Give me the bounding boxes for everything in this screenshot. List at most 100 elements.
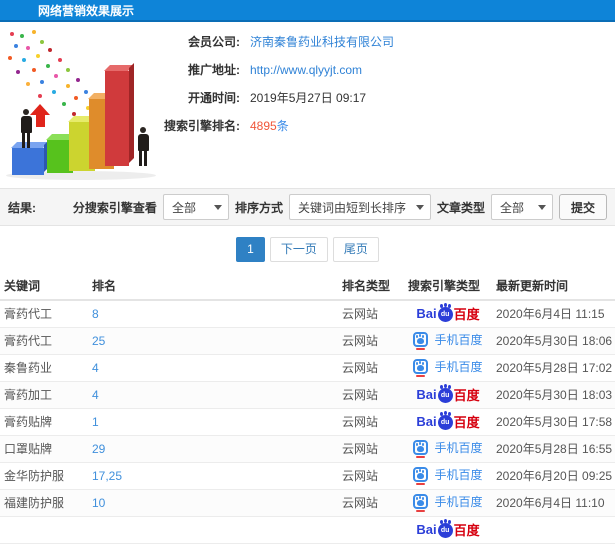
baidu-paw-icon: du xyxy=(437,304,453,323)
keyword-cell: 金华防护服 xyxy=(0,462,88,490)
column-header-rank: 排名 xyxy=(88,272,338,301)
filter-bar: 结果: 分搜索引擎查看 全部 排序方式 关键词由短到长排序 文章类型 全部 提交 xyxy=(0,188,615,226)
rank-type-cell: 云网站 xyxy=(338,435,404,463)
engine-cell: Bai du 百度 xyxy=(404,516,492,544)
rank-link[interactable]: 29 xyxy=(92,442,105,456)
bar-chart-illustration xyxy=(0,28,170,182)
table-row: 膏药贴牌 1 云网站 Bai du 百度 2020年5月30日 17:58 xyxy=(0,408,615,436)
rank-link[interactable]: 4 xyxy=(92,361,99,375)
baidu-paw-icon: du xyxy=(437,520,453,538)
businessman-figure-left xyxy=(18,109,34,148)
keyword-cell: 膏药代工 xyxy=(0,300,88,328)
mobile-baidu-paw-icon xyxy=(413,467,429,485)
submit-button[interactable]: 提交 xyxy=(558,194,607,220)
keyword-cell: 膏药贴牌 xyxy=(0,408,88,436)
engine-cell: 手机百度 xyxy=(404,435,492,463)
mobile-baidu-logo: 手机百度 xyxy=(413,493,483,512)
title-bar: 网络营销效果展示 xyxy=(0,0,615,22)
caret-down-icon xyxy=(537,204,546,214)
rank-type-cell: 云网站 xyxy=(338,408,404,436)
sort-filter-value: 关键词由短到长排序 xyxy=(297,200,406,215)
mobile-baidu-paw-icon xyxy=(413,359,429,377)
table-row: 膏药代工 25 云网站 手机百度 2020年5月30日 18:06 xyxy=(0,327,615,355)
rank-link[interactable]: 17,25 xyxy=(92,469,122,483)
businessman-figure-right xyxy=(135,127,151,166)
update-time-cell: 2020年5月30日 18:06 xyxy=(492,327,615,355)
rank-link[interactable]: 4 xyxy=(92,388,99,402)
table-row: Bai du 百度 xyxy=(0,516,615,544)
sort-filter-label: 排序方式 xyxy=(234,200,283,215)
article-type-select[interactable]: 全部 xyxy=(490,194,553,220)
rank-link[interactable]: 10 xyxy=(92,496,105,510)
chart-bar-5 xyxy=(105,71,129,166)
engine-cell: 手机百度 xyxy=(404,327,492,355)
rank-link[interactable]: 25 xyxy=(92,334,105,348)
page-1-button[interactable]: 1 xyxy=(236,236,265,262)
rank-type-cell: 云网站 xyxy=(338,381,404,409)
engine-cell: 手机百度 xyxy=(404,354,492,382)
column-header-update-time: 最新更新时间 xyxy=(492,272,615,301)
mobile-baidu-logo: 手机百度 xyxy=(413,358,483,377)
rank-type-cell: 云网站 xyxy=(338,327,404,355)
column-header-engine-type: 搜索引擎类型 xyxy=(404,272,492,301)
rank-type-cell: 云网站 xyxy=(338,300,404,328)
caret-down-icon xyxy=(415,204,424,214)
engine-filter-value: 全部 xyxy=(171,200,196,215)
table-row: 福建防护服 10 云网站 手机百度 2020年6月4日 11:10 xyxy=(0,489,615,517)
filter-controls: 分搜索引擎查看 全部 排序方式 关键词由短到长排序 文章类型 全部 提交 xyxy=(73,194,607,220)
member-company-row: 会员公司: 济南秦鲁药业科技有限公司 xyxy=(155,28,615,56)
table-row: 口罩贴牌 29 云网站 手机百度 2020年5月28日 16:55 xyxy=(0,435,615,463)
mobile-baidu-paw-icon xyxy=(413,494,429,512)
rank-link[interactable]: 1 xyxy=(92,415,99,429)
results-table: 关键词 排名 排名类型 搜索引擎类型 最新更新时间 膏药代工 8 云网站 Bai… xyxy=(0,272,615,544)
keyword-cell: 膏药加工 xyxy=(0,381,88,409)
baidu-logo: Bai du 百度 xyxy=(416,385,480,403)
last-page-button[interactable]: 尾页 xyxy=(332,236,379,262)
sort-filter-select[interactable]: 关键词由短到长排序 xyxy=(288,194,431,220)
pagination: 1 下一页 尾页 xyxy=(0,226,615,272)
baidu-logo: Bai du 百度 xyxy=(416,304,480,323)
update-time-cell: 2020年6月4日 11:10 xyxy=(492,489,615,517)
table-row: 膏药加工 4 云网站 Bai du 百度 2020年5月30日 18:03 xyxy=(0,381,615,409)
result-label: 结果: xyxy=(8,200,36,215)
baidu-paw-icon: du xyxy=(437,412,453,430)
update-time-cell: 2020年5月30日 17:58 xyxy=(492,408,615,436)
open-time-row: 开通时间: 2019年5月27日 09:17 xyxy=(155,84,615,112)
mobile-baidu-paw-icon xyxy=(413,440,429,458)
table-header-row: 关键词 排名 排名类型 搜索引擎类型 最新更新时间 xyxy=(0,272,615,301)
rank-type-cell: 云网站 xyxy=(338,489,404,517)
promo-url-row: 推广地址: http://www.qlyyjt.com xyxy=(155,56,615,84)
rank-type-cell: 云网站 xyxy=(338,462,404,490)
company-info-list: 会员公司: 济南秦鲁药业科技有限公司 推广地址: http://www.qlyy… xyxy=(155,22,615,140)
keyword-cell: 秦鲁药业 xyxy=(0,354,88,382)
promo-url-link[interactable]: http://www.qlyyjt.com xyxy=(250,56,362,84)
results-table-body: 膏药代工 8 云网站 Bai du 百度 2020年6月4日 11:15 膏药代… xyxy=(0,300,615,544)
mobile-baidu-logo: 手机百度 xyxy=(413,466,483,485)
engine-cell: 手机百度 xyxy=(404,489,492,517)
column-header-rank-type: 排名类型 xyxy=(338,272,404,301)
member-company-link[interactable]: 济南秦鲁药业科技有限公司 xyxy=(250,28,394,56)
update-time-cell: 2020年5月28日 16:55 xyxy=(492,435,615,463)
update-time-cell: 2020年6月4日 11:15 xyxy=(492,300,615,328)
rank-link[interactable]: 8 xyxy=(92,307,99,321)
keyword-cell: 膏药代工 xyxy=(0,327,88,355)
caret-down-icon xyxy=(213,204,222,214)
engine-rank-value: 4895条 xyxy=(250,119,289,133)
chart-bar-1 xyxy=(12,148,44,175)
mobile-baidu-paw-icon xyxy=(413,332,429,350)
article-type-value: 全部 xyxy=(499,200,524,215)
company-info-section: 会员公司: 济南秦鲁药业科技有限公司 推广地址: http://www.qlyy… xyxy=(0,22,615,188)
open-time-value: 2019年5月27日 09:17 xyxy=(250,91,367,105)
keyword-cell xyxy=(0,516,88,544)
engine-cell: 手机百度 xyxy=(404,462,492,490)
engine-filter-select[interactable]: 全部 xyxy=(162,194,229,220)
mobile-baidu-logo: 手机百度 xyxy=(413,331,483,350)
update-time-cell: 2020年6月20日 09:25 xyxy=(492,462,615,490)
keyword-cell: 福建防护服 xyxy=(0,489,88,517)
next-page-button[interactable]: 下一页 xyxy=(269,236,328,262)
keyword-cell: 口罩贴牌 xyxy=(0,435,88,463)
mobile-baidu-logo: 手机百度 xyxy=(413,439,483,458)
update-time-cell: 2020年5月30日 18:03 xyxy=(492,381,615,409)
article-type-label: 文章类型 xyxy=(436,200,485,215)
column-header-keyword: 关键词 xyxy=(0,272,88,301)
